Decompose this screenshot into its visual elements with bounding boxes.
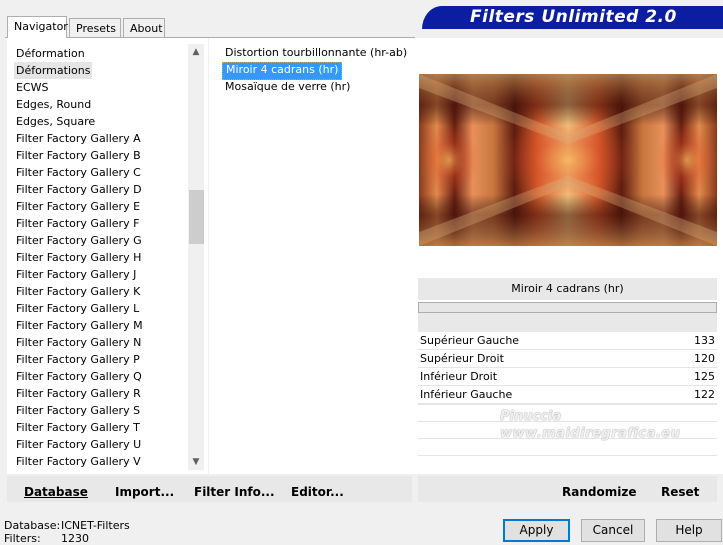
reset-button[interactable]: Reset: [661, 485, 699, 499]
category-item[interactable]: Edges, Round: [14, 96, 93, 113]
param-row[interactable]: Supérieur Gauche 133: [418, 332, 717, 349]
category-item[interactable]: Déformations: [14, 62, 93, 79]
category-item[interactable]: Filter Factory Gallery S: [14, 402, 142, 419]
title-banner: Filters Unlimited 2.0: [422, 6, 723, 29]
param-row[interactable]: Inférieur Droit 125: [418, 368, 717, 385]
editor-button[interactable]: Editor...: [291, 485, 344, 499]
category-item[interactable]: Filter Factory Gallery Q: [14, 368, 144, 385]
status-filters-value: 1230: [61, 532, 89, 545]
param-value: 122: [694, 388, 715, 401]
param-label: Supérieur Droit: [420, 352, 504, 365]
param-row-empty: [418, 421, 717, 422]
category-item[interactable]: Filter Factory Gallery U: [14, 436, 143, 453]
status-filters: Filters: 1230: [4, 532, 89, 545]
param-row[interactable]: Supérieur Droit 120: [418, 350, 717, 367]
category-item[interactable]: Filter Factory Gallery M: [14, 317, 145, 334]
filter-name-label: Miroir 4 cadrans (hr): [418, 278, 717, 300]
tab-about[interactable]: About: [123, 18, 165, 37]
category-item[interactable]: Filter Factory Gallery T: [14, 419, 142, 436]
param-row[interactable]: Inférieur Gauche 122: [418, 386, 717, 403]
category-item[interactable]: Filter Factory Gallery A: [14, 130, 143, 147]
filter-item[interactable]: Mosaïque de verre (hr): [222, 79, 353, 95]
category-item[interactable]: Filter Factory Gallery N: [14, 334, 143, 351]
status-database-value: ICNET-Filters: [61, 519, 130, 532]
category-item[interactable]: Edges, Square: [14, 113, 97, 130]
progress-bar: [418, 302, 717, 313]
category-item[interactable]: Filter Factory Gallery P: [14, 351, 142, 368]
filter-info-button[interactable]: Filter Info...: [194, 485, 275, 499]
param-value: 120: [694, 352, 715, 365]
category-item[interactable]: Filter Factory Gallery H: [14, 249, 143, 266]
params-header-band: [418, 313, 717, 332]
category-item[interactable]: Filter Factory Gallery E: [14, 198, 142, 215]
cancel-button[interactable]: Cancel: [581, 519, 645, 542]
category-item[interactable]: Filter Factory Gallery L: [14, 300, 141, 317]
category-item[interactable]: Filter Factory Gallery V: [14, 453, 143, 470]
param-label: Supérieur Gauche: [420, 334, 520, 347]
category-item[interactable]: Filter Factory Gallery G: [14, 232, 144, 249]
category-item[interactable]: Filter Factory Gallery K: [14, 283, 142, 300]
import-button[interactable]: Import...: [115, 485, 174, 499]
category-item[interactable]: Filter Factory Gallery B: [14, 147, 143, 164]
category-item[interactable]: Filter Factory Gallery R: [14, 385, 143, 402]
param-value: 125: [694, 370, 715, 383]
status-database-label: Database:: [4, 519, 61, 532]
banner-title: Filters Unlimited 2.0: [470, 7, 677, 27]
filter-item[interactable]: Miroir 4 cadrans (hr): [222, 62, 343, 80]
category-item[interactable]: Filter Factory Gallery C: [14, 164, 143, 181]
category-item[interactable]: Filter Factory Gallery J: [14, 266, 138, 283]
preview-image: [419, 74, 717, 246]
category-list[interactable]: Déformation Déformations ECWS Edges, Round E…: [9, 44, 187, 470]
scroll-thumb[interactable]: [189, 190, 204, 244]
param-label: Inférieur Droit: [420, 370, 498, 383]
status-filters-label: Filters:: [4, 532, 41, 545]
tab-navigator[interactable]: Navigator: [7, 16, 68, 38]
param-value: 133: [694, 334, 715, 347]
category-item[interactable]: Filter Factory Gallery F: [14, 215, 141, 232]
category-item[interactable]: Déformation: [14, 45, 87, 62]
watermark-name: Pinuccia: [500, 409, 562, 424]
status-database: Database: ICNET-Filters: [4, 519, 130, 532]
database-button[interactable]: Database: [24, 485, 88, 499]
category-item[interactable]: Filter Factory Gallery D: [14, 181, 144, 198]
param-label: Inférieur Gauche: [420, 388, 513, 401]
scroll-down-icon[interactable]: ▼: [188, 454, 204, 470]
help-button[interactable]: Help: [656, 519, 722, 542]
param-row-empty: [418, 455, 717, 456]
category-item[interactable]: ECWS: [14, 79, 51, 96]
param-row-empty: [418, 404, 717, 405]
tab-presets[interactable]: Presets: [69, 18, 121, 37]
watermark-url: www.maidiregrafica.eu: [500, 426, 681, 441]
randomize-button[interactable]: Randomize: [562, 485, 636, 499]
category-scrollbar[interactable]: ▲ ▼: [188, 44, 204, 470]
filter-item[interactable]: Distortion tourbillonnante (hr-ab): [222, 45, 410, 61]
list-divider: [208, 38, 209, 474]
apply-button[interactable]: Apply: [503, 519, 570, 542]
scroll-up-icon[interactable]: ▲: [188, 44, 204, 60]
